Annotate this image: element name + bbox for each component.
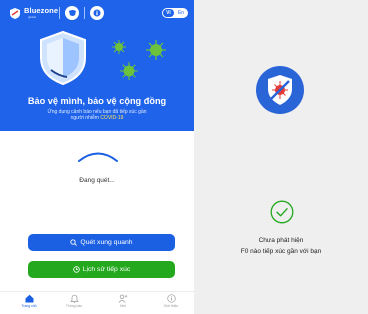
nav-item-about[interactable]: Giới thiệu: [152, 294, 190, 308]
info-top-icon[interactable]: [90, 6, 104, 20]
nav-label-about: Giới thiệu: [163, 304, 179, 308]
home-icon: [25, 294, 33, 303]
invite-icon: [118, 294, 128, 303]
hero-title: Bảo vệ mình, bảo vệ cộng đồng: [27, 96, 167, 106]
scanning-spinner-icon: [78, 152, 118, 162]
contact-history-label: Lịch sử tiếp xúc: [82, 266, 131, 273]
nav-label-home: Trang chủ: [21, 304, 37, 308]
scan-nearby-button[interactable]: Quét xung quanh: [28, 234, 175, 251]
lang-vi-option[interactable]: Vi: [163, 9, 174, 17]
hero-subtitle-line2: người nhiễm COVID-19: [0, 115, 194, 121]
contact-history-button[interactable]: Lịch sử tiếp xúc: [28, 261, 175, 278]
virus-icon: [120, 62, 138, 80]
no-f0-status-line2: F0 nào tiếp xúc gần với bạn: [240, 248, 322, 255]
virus-icon: [146, 40, 166, 60]
bell-icon: [69, 294, 79, 303]
divider: [84, 7, 85, 19]
no-f0-status-line1: Chưa phát hiện: [258, 237, 304, 244]
nav-item-invite[interactable]: Mời: [104, 294, 142, 308]
hero-subtitle-prefix: người nhiễm: [70, 115, 101, 121]
home-screen: Bluezone global Vi En Bảo vệ mình, bảo v…: [0, 0, 194, 314]
brand-subtitle: global: [28, 15, 37, 19]
nav-item-notifications[interactable]: Thông báo: [55, 294, 93, 308]
brand-name: Bluezone: [24, 6, 59, 15]
lang-en-option[interactable]: En: [176, 9, 186, 17]
scan-nearby-label: Quét xung quanh: [80, 239, 133, 246]
language-toggle[interactable]: Vi En: [162, 8, 188, 18]
scan-result-screen: Chưa phát hiện F0 nào tiếp xúc gần với b…: [194, 0, 368, 314]
nav-item-home[interactable]: Trang chủ: [10, 294, 48, 308]
nav-label-notifications: Thông báo: [65, 304, 83, 308]
clock-icon: [72, 266, 80, 273]
divider: [59, 7, 60, 19]
search-icon: [70, 239, 78, 246]
info-icon: [166, 294, 176, 303]
top-bar: Bluezone global Vi En: [6, 5, 190, 21]
virus-shield-icon: [268, 75, 292, 105]
hero-banner: Bluezone global Vi En Bảo vệ mình, bảo v…: [0, 0, 194, 131]
virus-icon: [112, 40, 126, 54]
bluezone-logo-icon: [10, 8, 20, 19]
shield-illustration-icon: [40, 30, 86, 86]
bottom-navigation: Trang chủ Thông báo Mời Giới thiệu: [0, 291, 194, 314]
check-circle-icon: [270, 200, 294, 224]
scan-status: Đang quét...: [79, 177, 115, 184]
nav-label-invite: Mời: [120, 304, 126, 308]
shield-settings-icon[interactable]: [65, 6, 79, 20]
covid-shield-badge: [256, 66, 304, 114]
covid-highlight: COVID-19: [100, 115, 124, 121]
hero-subtitle: Ứng dụng cảnh báo nếu bạn đã tiếp xúc gầ…: [0, 109, 194, 121]
